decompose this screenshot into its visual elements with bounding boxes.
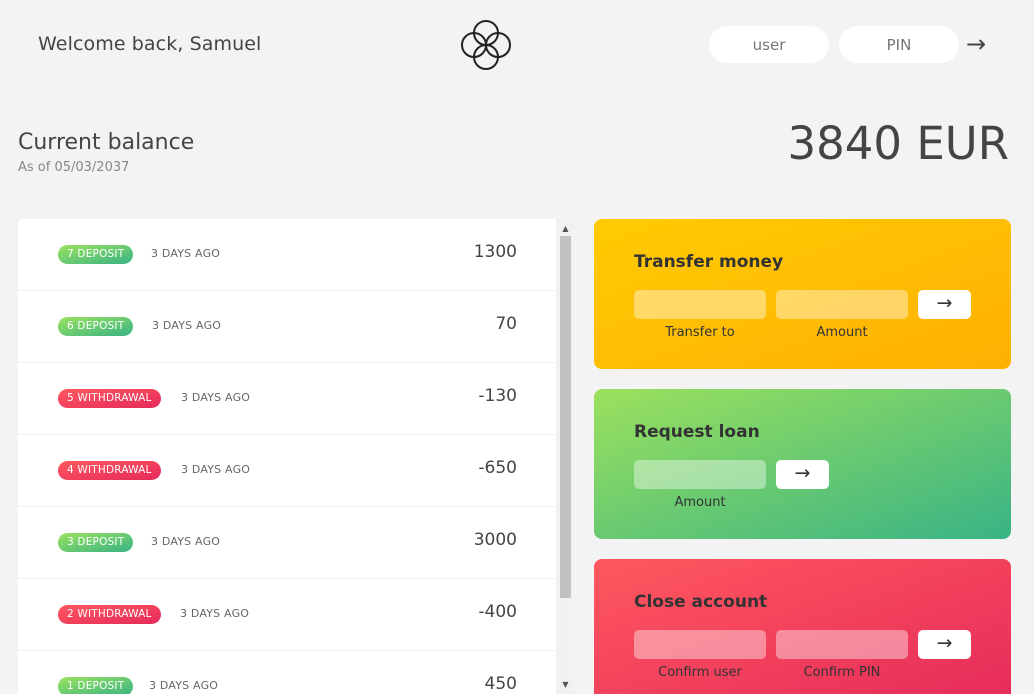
balance-title: Current balance — [18, 130, 195, 155]
login-arrow-button[interactable]: → — [966, 29, 986, 59]
movement-row: 7 deposit 3 DAYS AGO 1300 — [18, 219, 556, 291]
close-panel: Close account → Confirm user Confirm PIN — [594, 559, 1011, 694]
movement-date: 3 DAYS AGO — [151, 535, 221, 548]
transfer-to-label: Transfer to — [665, 325, 735, 340]
close-submit-button[interactable]: → — [918, 630, 971, 659]
movement-row: 6 deposit 3 DAYS AGO 70 — [18, 291, 556, 363]
scroll-up-icon[interactable]: ▲ — [557, 221, 574, 236]
loan-panel: Request loan → Amount — [594, 389, 1011, 539]
movement-row: 2 withdrawal 3 DAYS AGO -400 — [18, 579, 556, 651]
balance-value: 3840 EUR — [787, 117, 1009, 170]
movement-amount: -130 — [478, 386, 517, 406]
movement-date: 3 DAYS AGO — [151, 247, 221, 260]
movement-date: 3 DAYS AGO — [149, 679, 219, 692]
loan-title: Request loan — [634, 422, 760, 442]
movement-type-badge: 4 withdrawal — [58, 461, 161, 480]
movement-date: 3 DAYS AGO — [152, 319, 222, 332]
transfer-amount-label: Amount — [816, 325, 868, 340]
movement-type-badge: 5 withdrawal — [58, 389, 161, 408]
movements-list[interactable]: 7 deposit 3 DAYS AGO 1300 6 deposit 3 DA… — [18, 219, 556, 694]
movement-amount: 70 — [495, 314, 517, 334]
transfer-submit-button[interactable]: → — [918, 290, 971, 319]
scroll-down-icon[interactable]: ▼ — [557, 677, 574, 692]
movement-row: 3 deposit 3 DAYS AGO 3000 — [18, 507, 556, 579]
transfer-to-input[interactable] — [634, 290, 766, 319]
movement-amount: 1300 — [473, 242, 517, 262]
transfer-panel: Transfer money → Transfer to Amount — [594, 219, 1011, 369]
close-user-input[interactable] — [634, 630, 766, 659]
movement-type-badge: 1 deposit — [58, 677, 134, 694]
movement-date: 3 DAYS AGO — [181, 463, 251, 476]
movement-amount: -650 — [478, 458, 517, 478]
movement-amount: -400 — [478, 602, 517, 622]
movements-scrollbar[interactable]: ▲ ▼ — [557, 219, 574, 694]
loan-submit-button[interactable]: → — [776, 460, 829, 489]
transfer-amount-input[interactable] — [776, 290, 908, 319]
loan-amount-label: Amount — [674, 495, 726, 510]
movement-row: 4 withdrawal 3 DAYS AGO -650 — [18, 435, 556, 507]
close-pin-label: Confirm PIN — [803, 665, 881, 680]
close-pin-input[interactable] — [776, 630, 908, 659]
scroll-thumb[interactable] — [560, 236, 571, 598]
movement-type-badge: 2 withdrawal — [58, 605, 161, 624]
movement-type-badge: 7 deposit — [58, 245, 134, 264]
loan-amount-input[interactable] — [634, 460, 766, 489]
movement-date: 3 DAYS AGO — [181, 391, 251, 404]
close-user-label: Confirm user — [658, 665, 742, 680]
welcome-message: Welcome back, Samuel — [38, 33, 262, 55]
movement-date: 3 DAYS AGO — [180, 607, 250, 620]
logo-icon — [461, 20, 511, 70]
movement-amount: 450 — [484, 674, 517, 694]
movement-row: 5 withdrawal 3 DAYS AGO -130 — [18, 363, 556, 435]
transfer-title: Transfer money — [634, 252, 784, 272]
close-title: Close account — [634, 592, 768, 612]
balance-date: As of 05/03/2037 — [18, 160, 130, 175]
movement-row: 1 deposit 3 DAYS AGO 450 — [18, 651, 556, 694]
login-pin-input[interactable] — [839, 26, 959, 63]
login-user-input[interactable] — [709, 26, 829, 63]
movement-amount: 3000 — [473, 530, 517, 550]
movement-type-badge: 3 deposit — [58, 533, 134, 552]
movement-type-badge: 6 deposit — [58, 317, 134, 336]
